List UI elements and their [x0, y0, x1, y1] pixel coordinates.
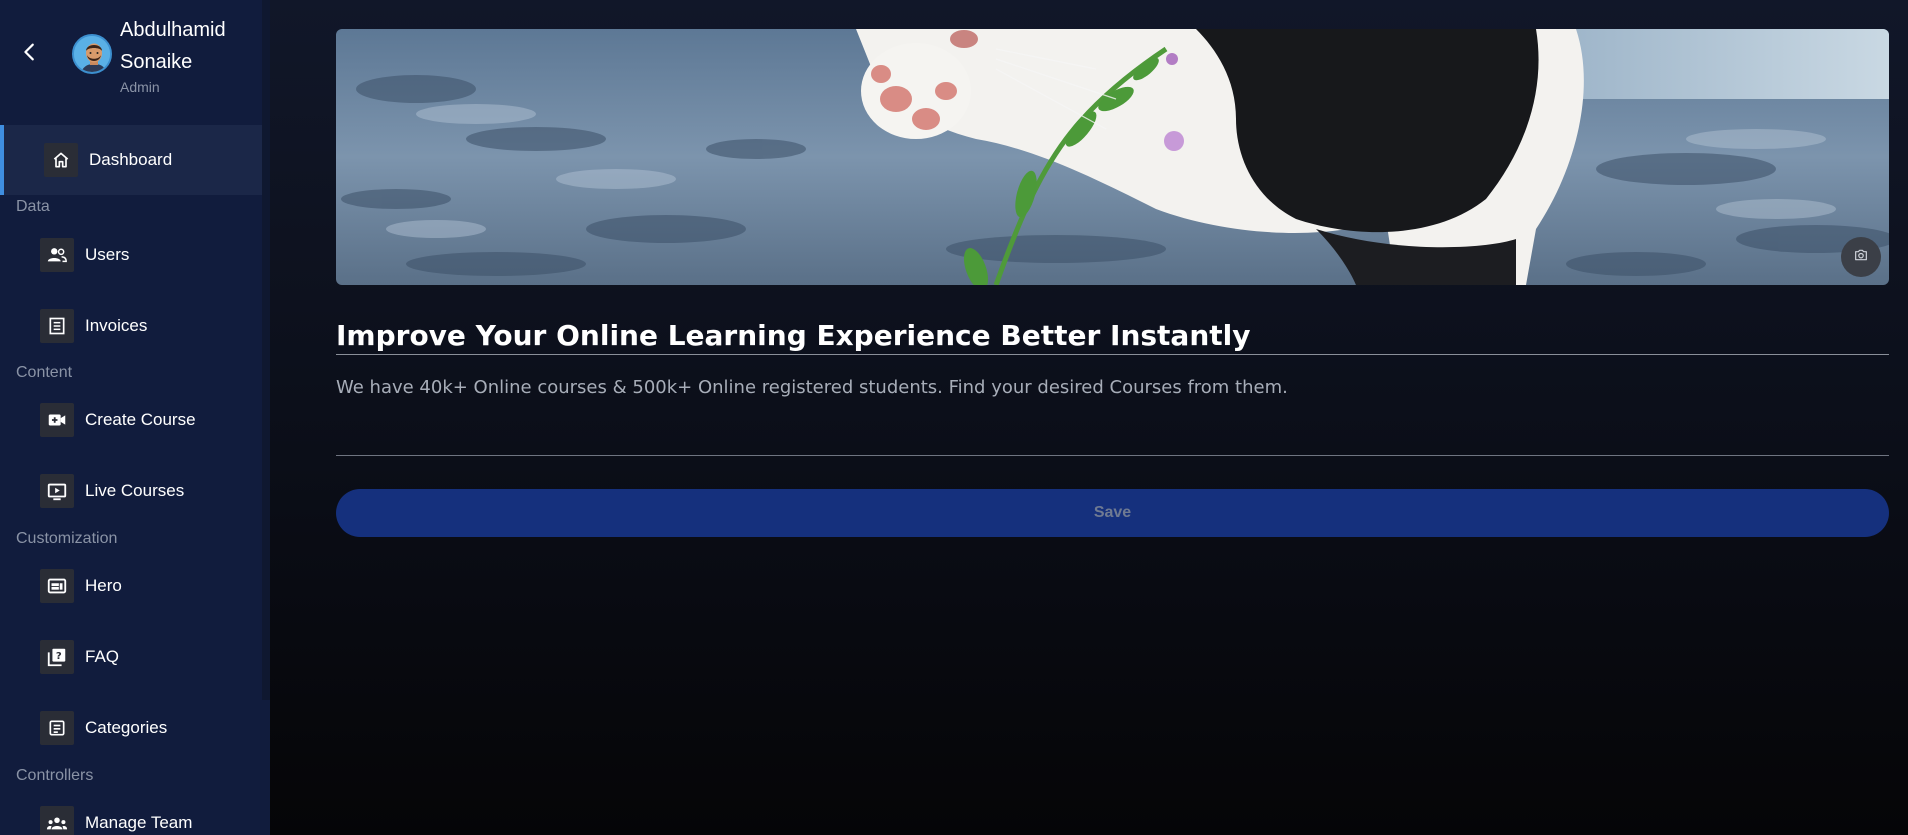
- live-tv-icon: [40, 474, 74, 508]
- svg-text:?: ?: [56, 651, 62, 662]
- sidebar-section-content: Content: [16, 364, 73, 381]
- sidebar-item-create-course[interactable]: Create Course: [0, 385, 262, 455]
- back-button[interactable]: [18, 42, 42, 66]
- sidebar-section-customization: Customization: [16, 530, 118, 547]
- quiz-icon: ?: [40, 640, 74, 674]
- sidebar-item-label: FAQ: [85, 647, 120, 666]
- sidebar-item-hero[interactable]: Hero: [0, 551, 262, 621]
- sidebar-item-label: Manage Team: [85, 813, 193, 832]
- sidebar-item-dashboard[interactable]: Dashboard: [0, 125, 262, 195]
- avatar[interactable]: [72, 34, 112, 74]
- profile-name: Abdulhamid Sonaike: [120, 19, 226, 73]
- chevron-left-icon: [19, 41, 41, 68]
- sidebar-item-categories[interactable]: Categories: [0, 693, 262, 763]
- hero-subtitle-input[interactable]: We have 40k+ Online courses & 500k+ Onli…: [336, 370, 1889, 456]
- save-button[interactable]: Save: [336, 489, 1889, 537]
- sidebar-scrollbar[interactable]: [262, 0, 270, 700]
- sidebar-item-label: Create Course: [85, 410, 196, 429]
- camera-icon: [1853, 247, 1869, 268]
- sidebar-item-label: Live Courses: [85, 481, 185, 500]
- category-icon: [40, 711, 74, 745]
- change-image-button[interactable]: [1841, 237, 1881, 277]
- invoice-icon: [40, 309, 74, 343]
- sidebar: Abdulhamid Sonaike Admin Dashboard Data …: [0, 0, 270, 835]
- sidebar-item-label: Invoices: [85, 316, 148, 335]
- groups-icon: [40, 806, 74, 835]
- sidebar-section-controllers: Controllers: [16, 767, 94, 784]
- users-icon: [40, 238, 74, 272]
- sidebar-item-manage-team[interactable]: Manage Team: [0, 788, 262, 835]
- sidebar-item-faq[interactable]: ? FAQ: [0, 622, 262, 692]
- video-add-icon: [40, 403, 74, 437]
- profile-role: Admin: [120, 79, 160, 95]
- home-icon: [44, 143, 78, 177]
- sidebar-section-data: Data: [16, 198, 50, 215]
- profile-section: Abdulhamid Sonaike Admin: [0, 0, 262, 124]
- sidebar-item-live-courses[interactable]: Live Courses: [0, 456, 262, 526]
- hero-banner-image: [336, 29, 1889, 285]
- sidebar-item-label: Dashboard: [89, 150, 173, 169]
- sidebar-item-invoices[interactable]: Invoices: [0, 291, 262, 361]
- sidebar-item-label: Categories: [85, 718, 168, 737]
- web-icon: [40, 569, 74, 603]
- sidebar-item-label: Hero: [85, 576, 122, 595]
- sidebar-item-users[interactable]: Users: [0, 220, 262, 290]
- hero-title-input[interactable]: Improve Your Online Learning Experience …: [336, 317, 1889, 355]
- sidebar-item-label: Users: [85, 245, 130, 264]
